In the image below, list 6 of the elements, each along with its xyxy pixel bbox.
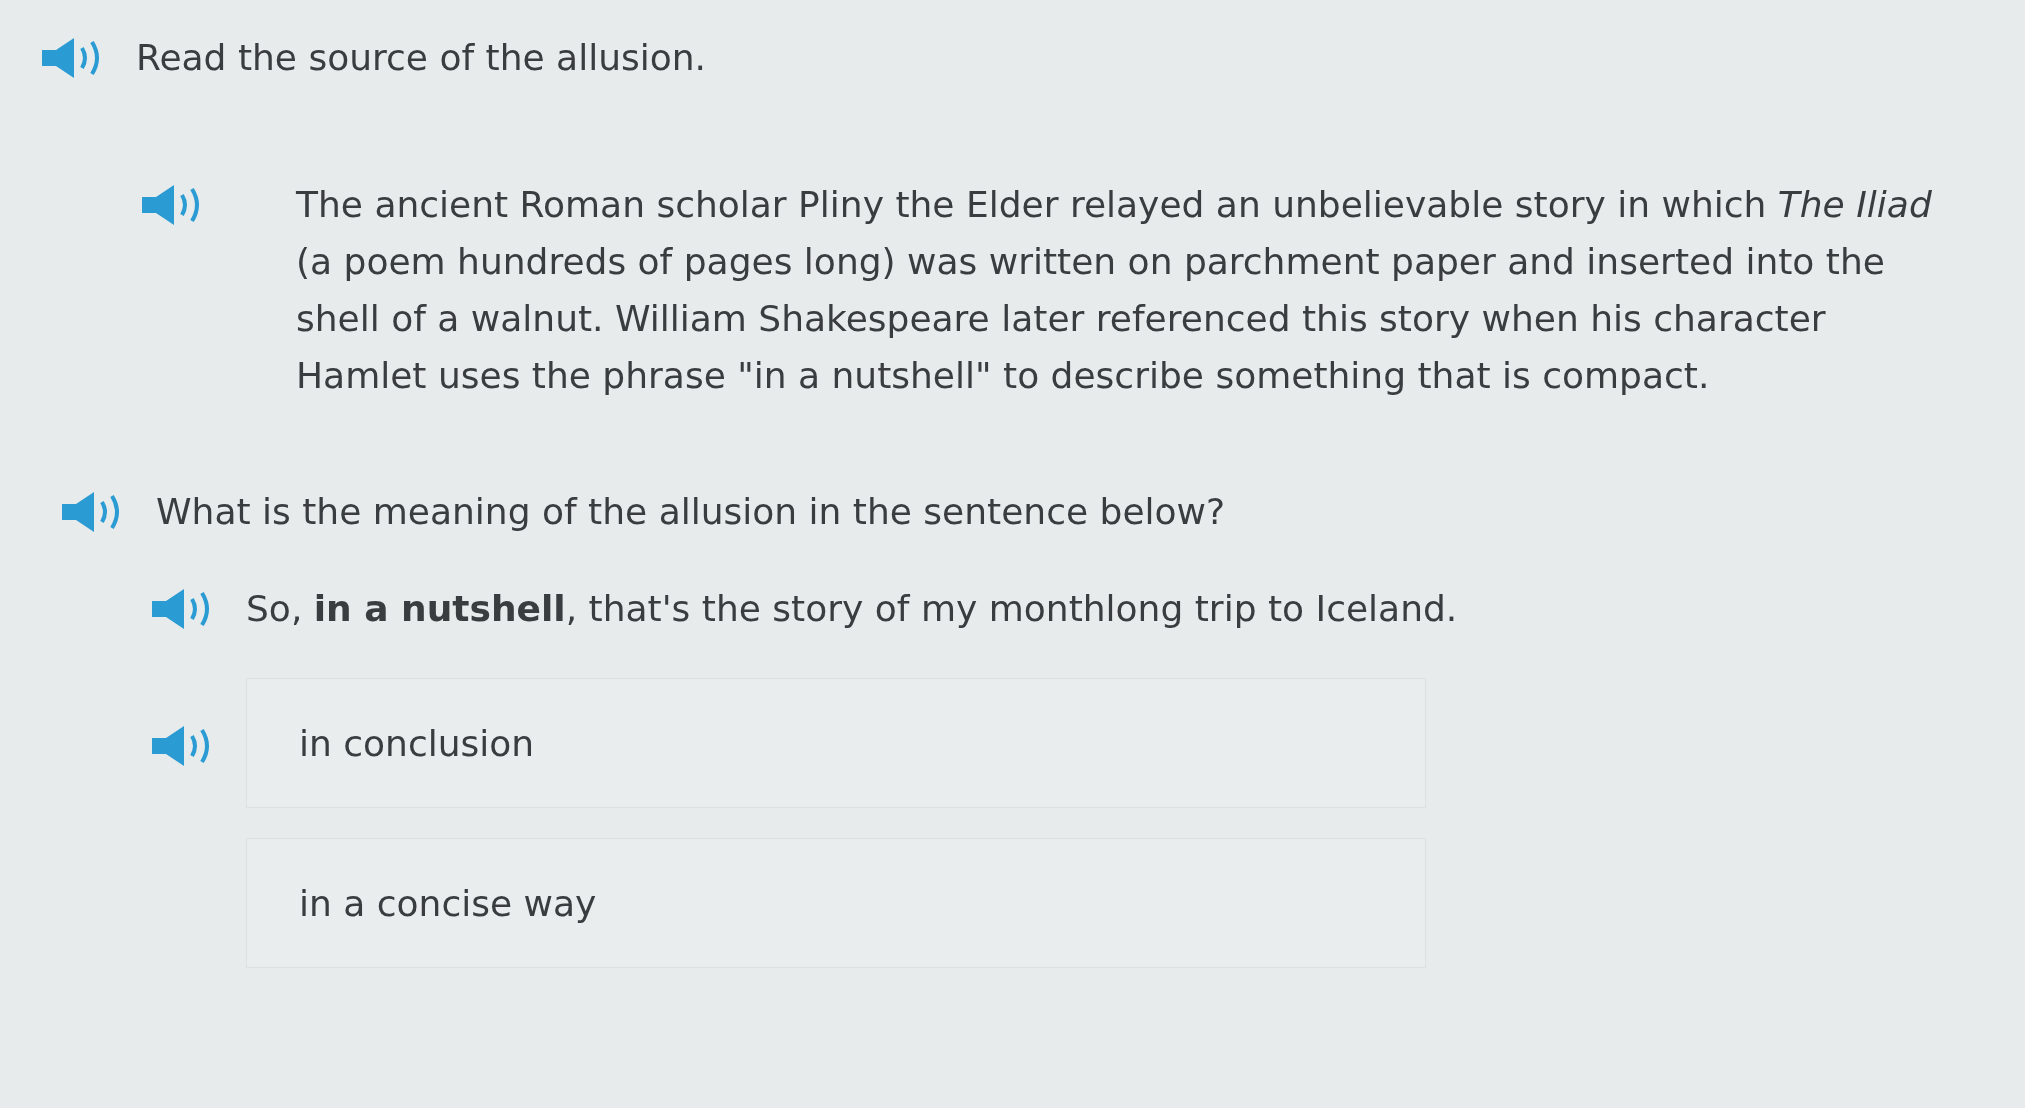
question-text: What is the meaning of the allusion in the sentence below? [156, 490, 1226, 535]
sentence-text: So, in a nutshell, that's the story of my monthlong trip to Iceland. [246, 587, 1458, 632]
instruction-text: Read the source of the allusion. [136, 36, 706, 80]
answer-choice[interactable]: in a concise way [246, 838, 1426, 969]
passage-text: The ancient Roman scholar Pliny the Elder relayed an unbelievable story in which The Iliad (a poem hundreds of pages long) was written on parchment paper and inserted into the shell of a walnut. William Shakespeare later referenced this story when his character Hamlet uses the phrase "in a nutshell" to describe something that is compact. [296, 182, 1933, 398]
answer-choice[interactable]: in conclusion [246, 678, 1426, 809]
